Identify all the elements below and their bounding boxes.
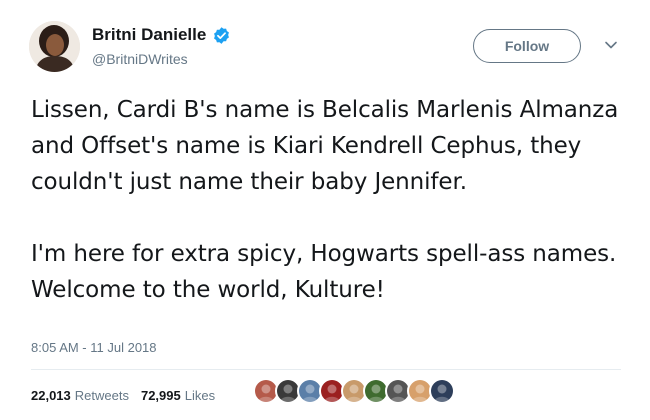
display-name[interactable]: Britni Danielle bbox=[92, 25, 231, 45]
tweet-paragraph: Lissen, Cardi B's name is Belcalis Marle… bbox=[31, 97, 619, 195]
verified-badge-icon bbox=[214, 26, 230, 44]
tweet-paragraph: I'm here for extra spicy, Hogwarts spell… bbox=[31, 241, 617, 303]
display-name-text[interactable]: Britni Danielle bbox=[92, 25, 206, 45]
chevron-down-icon[interactable] bbox=[604, 38, 618, 52]
likes-count[interactable]: 72,995 bbox=[141, 388, 181, 403]
tweet-card: Britni Danielle @BritniDWrites Follow Li… bbox=[0, 0, 650, 420]
tweet-stats: 22,013 Retweets 72,995 Likes bbox=[31, 388, 215, 403]
divider bbox=[31, 369, 621, 370]
likes-label[interactable]: Likes bbox=[185, 388, 215, 403]
retweets-label[interactable]: Retweets bbox=[75, 388, 129, 403]
tweet-timestamp[interactable]: 8:05 AM - 11 Jul 2018 bbox=[31, 340, 157, 355]
follow-button[interactable]: Follow bbox=[473, 29, 581, 63]
avatar-photo bbox=[29, 21, 80, 72]
retweets-count[interactable]: 22,013 bbox=[31, 388, 71, 403]
user-handle[interactable]: @BritniDWrites bbox=[92, 51, 188, 67]
liker-avatar-9[interactable] bbox=[429, 378, 455, 404]
liker-avatars bbox=[253, 378, 455, 404]
tweet-text: Lissen, Cardi B's name is Belcalis Marle… bbox=[31, 92, 621, 308]
avatar[interactable] bbox=[29, 21, 80, 72]
